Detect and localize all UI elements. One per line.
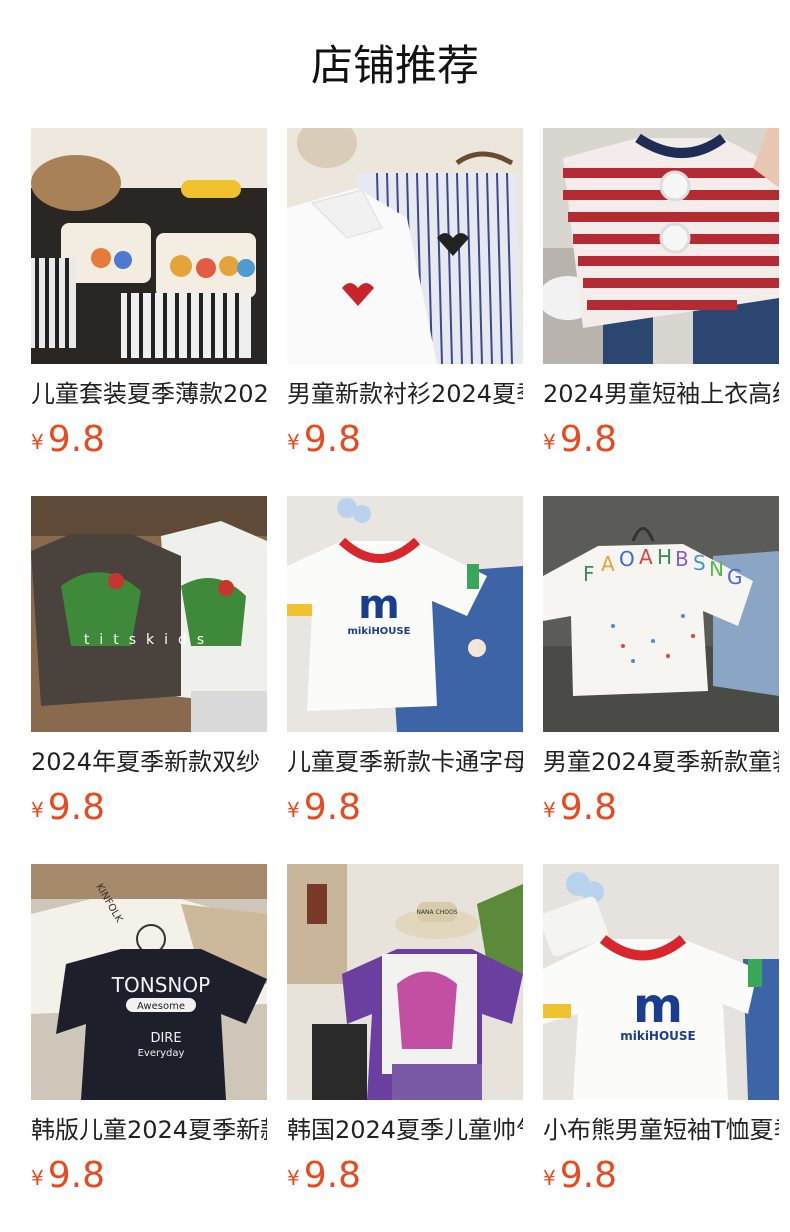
product-price: ¥9.8: [31, 420, 267, 460]
product-image-purple-tshirt[interactable]: NANA CHOOS: [287, 864, 523, 1100]
product-name[interactable]: 2024男童短袖上衣高级: [543, 378, 779, 410]
svg-text:B: B: [675, 547, 689, 571]
product-name[interactable]: 小布熊男童短袖T恤夏季: [543, 1114, 779, 1146]
image-watermark: titskids: [84, 632, 214, 648]
currency-symbol: ¥: [543, 798, 556, 822]
svg-text:Everyday: Everyday: [138, 1048, 185, 1059]
product-name[interactable]: 2024年夏季新款双纱: [31, 746, 267, 778]
currency-symbol: ¥: [31, 798, 44, 822]
product-image-tonsnop-tshirts[interactable]: TONSNOP Awesome DIRE Everyday KINFOLK: [31, 864, 267, 1100]
product-price: ¥9.8: [543, 788, 779, 828]
svg-text:mikiHOUSE: mikiHOUSE: [620, 1029, 696, 1043]
svg-text:m: m: [633, 978, 683, 1034]
product-image-mikihouse-set[interactable]: m mikiHOUSE: [287, 496, 523, 732]
currency-symbol: ¥: [287, 798, 300, 822]
svg-text:Awesome: Awesome: [137, 1001, 185, 1012]
currency-symbol: ¥: [287, 430, 300, 454]
svg-text:mikiHOUSE: mikiHOUSE: [348, 626, 411, 637]
product-card[interactable]: NANA CHOOS 韩国2024夏季儿童帅气 ¥9.8: [287, 864, 523, 1196]
currency-symbol: ¥: [543, 430, 556, 454]
product-image-boys-shirts[interactable]: [287, 128, 523, 364]
product-name[interactable]: 韩国2024夏季儿童帅气: [287, 1114, 523, 1146]
product-image-kids-striped-set[interactable]: [31, 128, 267, 364]
product-price: ¥9.8: [543, 1156, 779, 1196]
product-card[interactable]: titskids 2024年夏季新款双纱 ¥9.8: [31, 496, 267, 828]
product-price: ¥9.8: [287, 420, 523, 460]
product-name[interactable]: 男童2024夏季新款童装: [543, 746, 779, 778]
price-value: 9.8: [559, 787, 617, 828]
product-image-mikihouse-tshirt[interactable]: m mikiHOUSE: [543, 864, 779, 1100]
product-card[interactable]: 儿童套装夏季薄款2024 ¥9.8: [31, 128, 267, 460]
svg-text:S: S: [693, 551, 706, 575]
product-card[interactable]: m mikiHOUSE 小布熊男童短袖T恤夏季 ¥9.8: [543, 864, 779, 1196]
svg-text:H: H: [657, 545, 672, 569]
product-card[interactable]: TONSNOP Awesome DIRE Everyday KINFOLK 韩版…: [31, 864, 267, 1196]
product-card[interactable]: 2024男童短袖上衣高级 ¥9.8: [543, 128, 779, 460]
svg-text:TONSNOP: TONSNOP: [111, 973, 210, 997]
svg-text:F: F: [583, 562, 595, 586]
section-title: 店铺推荐: [310, 41, 479, 90]
product-price: ¥9.8: [31, 788, 267, 828]
price-value: 9.8: [303, 787, 361, 828]
svg-text:A: A: [601, 552, 615, 576]
currency-symbol: ¥: [31, 1166, 44, 1190]
price-value: 9.8: [47, 419, 105, 460]
product-price: ¥9.8: [31, 1156, 267, 1196]
currency-symbol: ¥: [287, 1166, 300, 1190]
product-image-dinosaur-tshirts[interactable]: titskids: [31, 496, 267, 732]
product-price: ¥9.8: [287, 1156, 523, 1196]
currency-symbol: ¥: [31, 430, 44, 454]
product-card[interactable]: F A O A H B S N G 男童2024夏季新款童装 ¥9.8: [543, 496, 779, 828]
price-value: 9.8: [47, 787, 105, 828]
price-value: 9.8: [559, 1155, 617, 1196]
svg-text:N: N: [709, 557, 724, 581]
product-image-striped-polo[interactable]: [543, 128, 779, 364]
product-name[interactable]: 韩版儿童2024夏季新款: [31, 1114, 267, 1146]
product-card[interactable]: 男童新款衬衫2024夏季 ¥9.8: [287, 128, 523, 460]
price-value: 9.8: [303, 1155, 361, 1196]
svg-text:m: m: [358, 582, 400, 628]
svg-text:A: A: [639, 545, 653, 569]
price-value: 9.8: [559, 419, 617, 460]
product-name[interactable]: 儿童套装夏季薄款2024: [31, 378, 267, 410]
price-value: 9.8: [47, 1155, 105, 1196]
product-price: ¥9.8: [287, 788, 523, 828]
product-name[interactable]: 男童新款衬衫2024夏季: [287, 378, 523, 410]
svg-text:NANA CHOOS: NANA CHOOS: [416, 909, 457, 916]
svg-text:G: G: [727, 565, 743, 589]
product-card[interactable]: m mikiHOUSE 儿童夏季新款卡通字母 ¥9.8: [287, 496, 523, 828]
product-name[interactable]: 儿童夏季新款卡通字母: [287, 746, 523, 778]
product-image-letter-tshirt[interactable]: F A O A H B S N G: [543, 496, 779, 732]
product-price: ¥9.8: [543, 420, 779, 460]
svg-text:DIRE: DIRE: [150, 1031, 181, 1046]
currency-symbol: ¥: [543, 1166, 556, 1190]
svg-text:O: O: [619, 547, 635, 571]
price-value: 9.8: [303, 419, 361, 460]
